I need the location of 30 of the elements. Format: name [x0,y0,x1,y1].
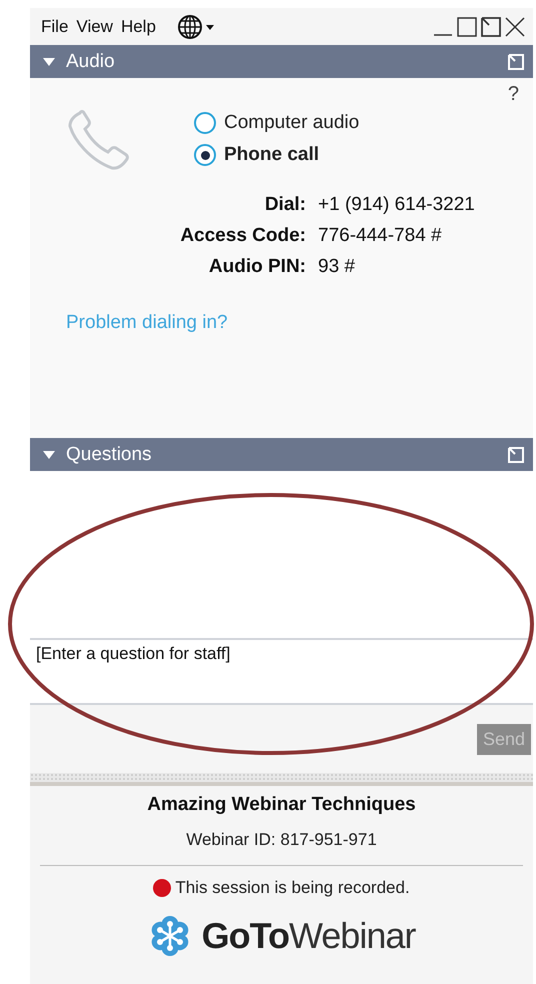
detail-label: Audio PIN: [208,256,306,278]
close-icon[interactable] [505,16,525,36]
pop-out-icon[interactable] [481,16,501,36]
section-header[interactable]: Questions [30,438,533,471]
audio-option-radio[interactable]: Computer audio [194,112,360,134]
audio-option-radio[interactable]: Phone call [194,144,360,166]
menu-item[interactable]: File [41,16,68,36]
section-title: Audio [66,50,115,72]
maximize-icon[interactable] [457,16,477,36]
recording-dot-icon [153,879,172,897]
detail-value: 93 # [318,256,356,278]
detail-value: 776-444-784 # [318,225,443,247]
help-link[interactable]: ? [508,83,519,106]
collapse-triangle-icon[interactable] [42,56,56,68]
splitter-handle[interactable] [30,773,533,786]
menu-item[interactable]: View [76,16,113,36]
webinar-title: Amazing Webinar Techniques [147,794,416,816]
section-header[interactable]: Audio [30,45,533,78]
globe-dropdown-icon[interactable] [178,14,216,40]
menu-item[interactable]: Help [120,16,156,36]
detail-label: Access Code: [179,225,306,247]
detail-value: +1 (914) 614-3221 [318,194,476,216]
recording-notice: This session is being recorded. [175,878,410,898]
phone-icon [66,110,132,172]
question-input[interactable]: [Enter a question for staff] [30,640,533,705]
collapse-triangle-icon[interactable] [42,448,56,460]
product-logo-text: GoToWebinar [202,915,416,957]
detail-label: Dial: [264,194,306,216]
webinar-id: Webinar ID: 817-951-971 [186,830,377,850]
section-title: Questions [66,444,152,466]
